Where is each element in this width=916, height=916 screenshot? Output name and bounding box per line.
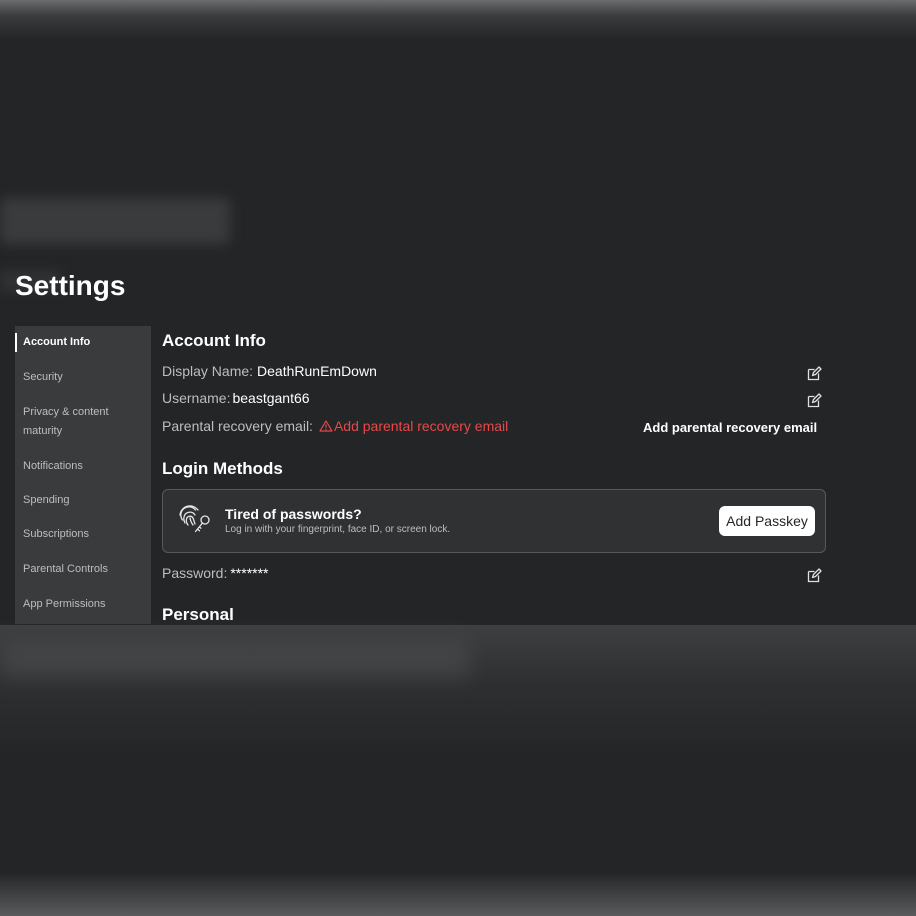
sidebar-item-label: Parental Controls [23, 563, 108, 575]
sidebar-item-parental-controls[interactable]: Parental Controls [15, 560, 151, 579]
sidebar-item-label: Subscriptions [23, 528, 90, 540]
sidebar-item-label: App Permissions [23, 598, 106, 610]
sidebar-item-label: Security [23, 371, 63, 383]
parental-email-warning-text: Add parental recovery email [333, 418, 509, 434]
parental-email-row: Parental recovery email: Add parental rec… [162, 418, 508, 434]
sidebar-item-label: Account Info [23, 336, 91, 348]
passkey-card: Tired of passwords? Log in with your fin… [162, 489, 826, 553]
display-name-value: DeathRunEmDown [257, 363, 377, 379]
parental-email-label: Parental recovery email: [162, 418, 313, 434]
account-info-heading: Account Info [162, 331, 266, 350]
sidebar-item-notifications[interactable]: Notifications [15, 457, 151, 476]
sidebar-item-subscriptions[interactable]: Subscriptions [15, 525, 151, 544]
sidebar-item-label: Spending [23, 494, 70, 506]
sidebar-item-label-line2: maturity [23, 425, 63, 437]
sidebar-item-privacy[interactable]: Privacy & content maturity [15, 403, 151, 441]
warning-icon [319, 420, 333, 432]
username-value: beastgant66 [232, 390, 310, 406]
display-name-row: Display Name: DeathRunEmDown [162, 363, 377, 379]
sidebar-item-security[interactable]: Security [15, 368, 151, 387]
account-settings-panel: Account Info Display Name: DeathRunEmDown… [162, 326, 832, 624]
sidebar-item-account-info[interactable]: Account Info [15, 333, 151, 352]
passkey-card-subtitle: Log in with your fingerprint, face ID, o… [225, 524, 451, 535]
blurred-top-region [0, 0, 916, 40]
blurred-heading [0, 198, 230, 244]
passkey-card-title: Tired of passwords? [225, 506, 362, 522]
settings-sidebar: Account Info Security Privacy & content … [15, 326, 151, 624]
login-methods-heading: Login Methods [162, 459, 283, 478]
display-name-label: Display Name: [162, 363, 254, 379]
screenshot-frame: Settings Account Info Security Privacy &… [0, 0, 916, 916]
password-value: ******* [230, 565, 269, 581]
fingerprint-icon [179, 505, 210, 533]
sidebar-item-label: Notifications [23, 460, 83, 472]
parental-email-warning: Add parental recovery email [319, 418, 508, 434]
edit-icon[interactable] [806, 568, 822, 584]
personal-heading: Personal [162, 605, 234, 624]
add-passkey-button[interactable]: Add Passkey [719, 506, 815, 536]
sidebar-item-label: Privacy & content [23, 406, 109, 418]
edit-icon[interactable] [806, 366, 822, 382]
sidebar-item-spending[interactable]: Spending [15, 491, 151, 510]
edit-icon[interactable] [806, 393, 822, 409]
username-label: Username: [162, 390, 231, 406]
password-label: Password: [162, 565, 228, 581]
page-title: Settings [15, 273, 126, 301]
password-row: Password: ******* [162, 565, 269, 581]
blurred-bottom-element [0, 638, 470, 678]
add-parental-email-link[interactable]: Add parental recovery email [643, 420, 817, 435]
sidebar-item-app-permissions[interactable]: App Permissions [15, 595, 151, 614]
username-row: Username: beastgant66 [162, 390, 310, 406]
